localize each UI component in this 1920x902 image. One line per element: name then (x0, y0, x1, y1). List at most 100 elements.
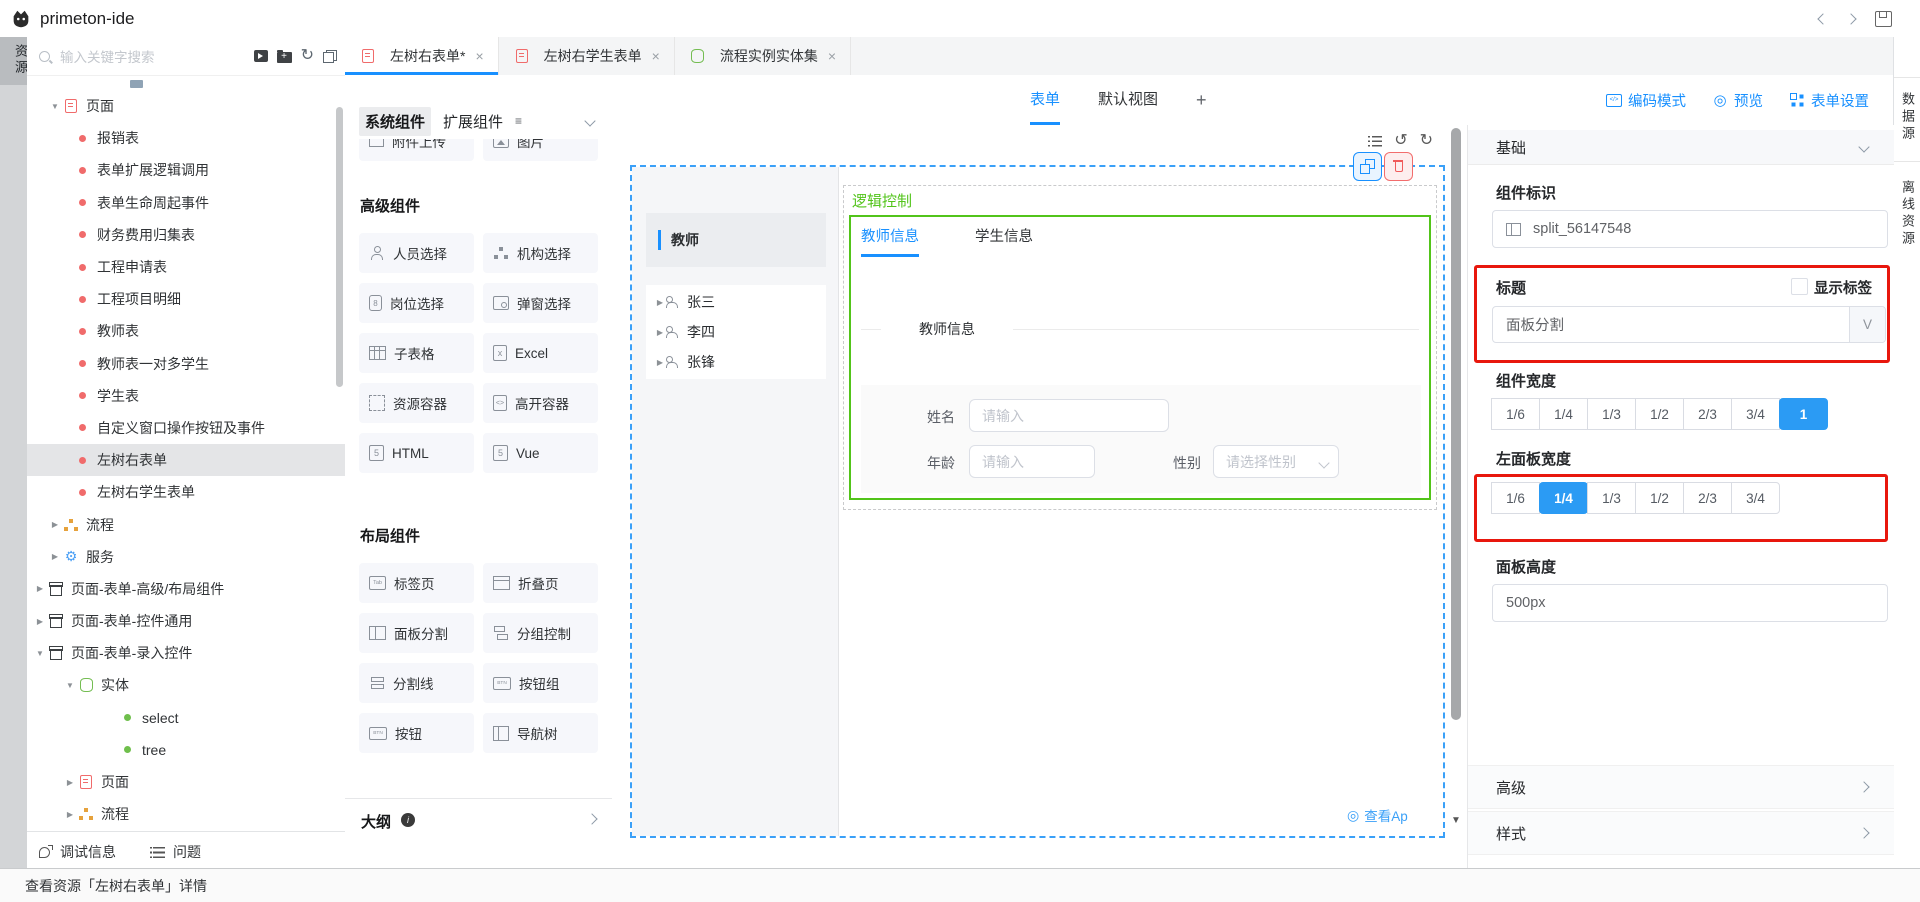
left-width-option[interactable]: 2/3 (1683, 482, 1732, 514)
palette-item[interactable]: 按钮组 (483, 663, 598, 703)
dock-tab-datasource[interactable]: 数据源 (1898, 78, 1917, 157)
section-advanced[interactable]: 高级 (1468, 765, 1894, 809)
dock-tab-offline-resources[interactable]: 离线资源 (1898, 166, 1917, 262)
tree-item[interactable]: 学生表 (27, 380, 345, 412)
left-width-option[interactable]: 3/4 (1731, 482, 1780, 514)
canvas-action-button[interactable]: 预览 (1712, 90, 1763, 111)
tree-caret-icon[interactable] (48, 552, 62, 561)
tree-item[interactable]: 页面-表单-控件通用 (27, 605, 345, 637)
teacher-panel-header[interactable]: 教师 (646, 213, 826, 267)
canvas-action-button[interactable]: 编码模式 (1606, 90, 1686, 111)
tree-item[interactable]: 服务 (27, 541, 345, 573)
tree-caret-icon[interactable] (654, 358, 666, 367)
add-view-button[interactable]: + (1196, 90, 1207, 111)
history-forward-icon[interactable] (1845, 13, 1856, 24)
tree-item[interactable]: 左树右学生表单 (27, 476, 345, 508)
tree-caret-icon[interactable] (48, 520, 62, 529)
palette-item[interactable]: 子表格 (359, 333, 474, 373)
tree-item[interactable]: 自定义窗口操作按钮及事件 (27, 412, 345, 444)
tree-caret-icon[interactable] (33, 649, 47, 658)
redo-icon[interactable]: ↻ (1420, 133, 1433, 149)
form-designer-canvas[interactable]: ↺ ↻ 教师 张三 (612, 125, 1467, 868)
name-input[interactable]: 请输入 (969, 399, 1169, 432)
palette-item[interactable]: 分组控制 (483, 613, 598, 653)
document-tab[interactable]: 左树右表单* × (345, 37, 499, 75)
outline-section[interactable]: 大纲 i (345, 798, 612, 868)
gender-select[interactable]: 请选择性别 (1213, 445, 1339, 478)
logic-control-container[interactable]: 教师信息 学生信息 教师信息 姓名 请输入 年龄 请输入 (849, 215, 1431, 500)
tree-item[interactable]: 工程申请表 (27, 251, 345, 283)
tree-item[interactable]: 教师表一对多学生 (27, 348, 345, 380)
age-input[interactable]: 请输入 (969, 445, 1095, 478)
palette-item[interactable]: 资源容器 (359, 383, 474, 423)
left-width-option[interactable]: 1/6 (1491, 482, 1540, 514)
tree-item[interactable]: 页面 (27, 766, 345, 798)
left-width-option[interactable]: 1/2 (1635, 482, 1684, 514)
activity-tab-resources[interactable]: 资源 (0, 37, 27, 85)
width-option[interactable]: 3/4 (1731, 398, 1780, 430)
canvas-action-button[interactable]: 表单设置 (1789, 90, 1869, 111)
canvas-scrollbar[interactable] (1451, 128, 1461, 720)
teacher-tree-item[interactable]: 张锋 (646, 347, 826, 377)
document-tab[interactable]: 左树右学生表单 × (499, 37, 675, 75)
palette-item[interactable]: HTML (359, 433, 474, 473)
section-basic[interactable]: 基础 (1468, 130, 1894, 165)
width-option[interactable]: 2/3 (1683, 398, 1732, 430)
palette-item[interactable]: 高开容器 (483, 383, 598, 423)
tree-item[interactable]: 流程 (27, 798, 345, 830)
tree-item[interactable]: 表单扩展逻辑调用 (27, 154, 345, 186)
palette-item[interactable]: Excel (483, 333, 598, 373)
close-icon[interactable]: × (828, 48, 836, 64)
view-api-link[interactable]: 查看Ap (1347, 805, 1408, 825)
width-option[interactable]: 1 (1779, 398, 1828, 430)
bottom-tab[interactable]: 问题 (150, 842, 201, 862)
palette-item[interactable]: 导航树 (483, 713, 598, 753)
tree-item[interactable] (27, 78, 345, 90)
undo-icon[interactable]: ↺ (1394, 133, 1407, 149)
tree-item[interactable]: 页面 (27, 90, 345, 122)
palette-item[interactable]: 机构选择 (483, 233, 598, 273)
width-option[interactable]: 1/2 (1635, 398, 1684, 430)
width-option[interactable]: 1/6 (1491, 398, 1540, 430)
title-input[interactable]: 面板分割 V (1492, 306, 1886, 343)
history-back-icon[interactable] (1817, 13, 1828, 24)
form-tab[interactable]: 教师信息 (861, 217, 919, 257)
tree-item[interactable]: 表单生命周起事件 (27, 187, 345, 219)
collapse-all-icon[interactable] (323, 50, 337, 63)
tree-caret-icon[interactable] (48, 102, 62, 111)
form-tab[interactable]: 学生信息 (975, 217, 1033, 257)
tree-item[interactable]: 页面-表单-录入控件 (27, 637, 345, 669)
tree-caret-icon[interactable] (63, 778, 77, 787)
close-icon[interactable]: × (475, 48, 483, 64)
palette-item[interactable]: 面板分割 (359, 613, 474, 653)
teacher-tree-item[interactable]: 李四 (646, 317, 826, 347)
show-label-checkbox[interactable] (1791, 278, 1808, 295)
view-tab[interactable]: 表单 (1030, 75, 1060, 125)
outline-list-icon[interactable] (1368, 135, 1382, 147)
tree-item[interactable]: 财务费用归集表 (27, 219, 345, 251)
tree-item[interactable]: tree (27, 734, 345, 766)
palette-tab-system[interactable]: 系统组件 (359, 107, 431, 136)
width-option[interactable]: 1/4 (1539, 398, 1588, 430)
delete-component-button[interactable] (1384, 152, 1413, 181)
tree-item[interactable]: 教师表 (27, 315, 345, 347)
import-resource-icon[interactable] (254, 50, 268, 62)
palette-item[interactable]: 标签页 (359, 563, 474, 603)
palette-tab-extend[interactable]: 扩展组件 (443, 111, 503, 132)
view-tab[interactable]: 默认视图 (1098, 75, 1158, 125)
palette-item[interactable]: 折叠页 (483, 563, 598, 603)
palette-collapse-icon[interactable] (584, 115, 595, 126)
tree-item[interactable]: 页面-表单-高级/布局组件 (27, 573, 345, 605)
tree-caret-icon[interactable] (654, 298, 666, 307)
tree-caret-icon[interactable] (654, 328, 666, 337)
refresh-icon[interactable]: ↻ (301, 48, 314, 64)
palette-menu-icon[interactable]: ≡ (515, 114, 522, 128)
save-icon[interactable] (1875, 11, 1892, 27)
palette-item[interactable]: 图片 (483, 139, 598, 161)
palette-item[interactable]: Vue (483, 433, 598, 473)
new-folder-icon[interactable] (277, 52, 292, 63)
panel-height-input[interactable]: 500px (1492, 584, 1888, 622)
teacher-tree-item[interactable]: 张三 (646, 287, 826, 317)
sidebar-scrollbar[interactable] (336, 107, 343, 387)
component-id-input[interactable]: split_56147548 (1492, 210, 1888, 248)
